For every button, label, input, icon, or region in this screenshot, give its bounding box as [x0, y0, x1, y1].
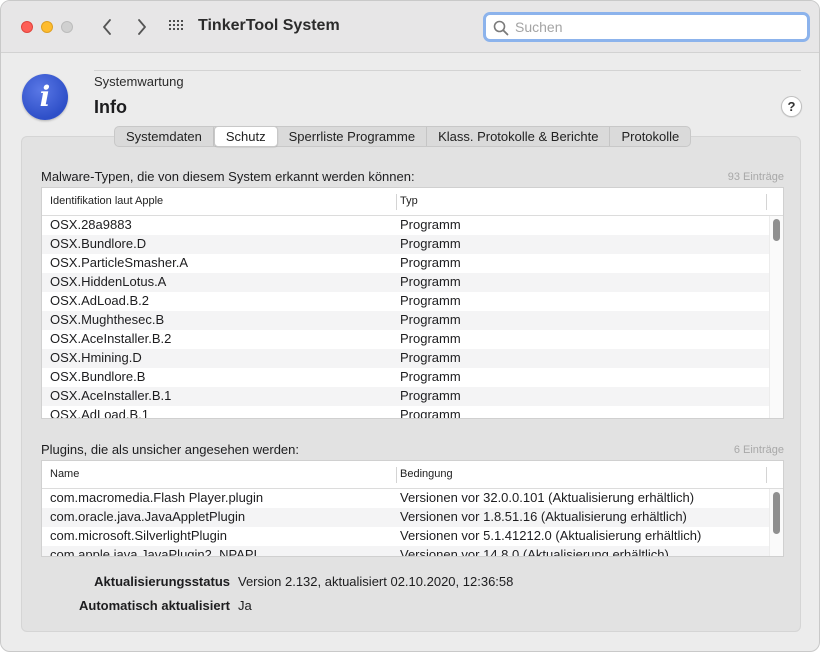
- column-header-name[interactable]: Name: [50, 468, 79, 480]
- plugins-count: 6 Einträge: [733, 444, 784, 456]
- column-divider: [396, 467, 397, 483]
- table-row[interactable]: OSX.Bundlore.B Programm: [42, 368, 769, 387]
- plugins-scrollbar[interactable]: [769, 489, 783, 556]
- malware-id: OSX.28a9883: [50, 217, 132, 232]
- table-row[interactable]: OSX.28a9883 Programm: [42, 216, 769, 235]
- table-row[interactable]: OSX.HiddenLotus.A Programm: [42, 273, 769, 292]
- column-divider: [766, 194, 767, 210]
- column-header-identifikation[interactable]: Identifikation laut Apple: [50, 195, 163, 207]
- table-row[interactable]: OSX.Hmining.D Programm: [42, 349, 769, 368]
- malware-type: Programm: [400, 217, 461, 232]
- plugin-name: com.microsoft.SilverlightPlugin: [50, 528, 228, 543]
- table-row[interactable]: com.microsoft.SilverlightPlugin Versionen…: [42, 527, 769, 546]
- window-title: TinkerTool System: [198, 17, 340, 34]
- table-row[interactable]: OSX.AdLoad.B.1 Programm: [42, 406, 769, 418]
- table-row[interactable]: com.oracle.java.JavaAppletPlugin Versione…: [42, 508, 769, 527]
- plugins-rows: com.macromedia.Flash Player.plugin Versio…: [42, 489, 769, 556]
- malware-type: Programm: [400, 236, 461, 251]
- plugin-name: com.macromedia.Flash Player.plugin: [50, 490, 264, 505]
- column-divider: [396, 194, 397, 210]
- malware-id: OSX.ParticleSmasher.A: [50, 255, 188, 270]
- forward-button[interactable]: [131, 15, 153, 39]
- malware-type: Programm: [400, 350, 461, 365]
- column-header-bedingung[interactable]: Bedingung: [400, 468, 453, 480]
- malware-type: Programm: [400, 293, 461, 308]
- malware-id: OSX.AdLoad.B.1: [50, 407, 150, 418]
- auto-update-label: Automatisch aktualisiert: [79, 598, 230, 613]
- app-window: TinkerTool System i Systemwartung Info ?…: [0, 0, 820, 652]
- plugin-name: com.oracle.java.JavaAppletPlugin: [50, 509, 246, 524]
- column-header-typ[interactable]: Typ: [400, 195, 418, 207]
- malware-id: OSX.AceInstaller.B.1: [50, 388, 172, 403]
- plugin-condition: Versionen vor 1.8.51.16 (Aktualisierung …: [400, 509, 687, 524]
- malware-type: Programm: [400, 407, 461, 418]
- search-field[interactable]: [483, 12, 810, 42]
- plugins-table-header: Name Bedingung: [42, 461, 783, 489]
- grid-view-icon[interactable]: [169, 20, 185, 34]
- malware-type: Programm: [400, 388, 461, 403]
- malware-count: 93 Einträge: [727, 171, 784, 183]
- malware-rows: OSX.28a9883 Programm OSX.Bundlore.D Progra…: [42, 216, 769, 418]
- column-divider: [766, 467, 767, 483]
- section-label: Systemwartung: [94, 74, 184, 89]
- malware-type: Programm: [400, 255, 461, 270]
- zoom-window-button[interactable]: [61, 21, 73, 33]
- malware-id: OSX.HiddenLotus.A: [50, 274, 167, 289]
- chevron-right-icon: [138, 19, 146, 35]
- malware-id: OSX.Bundlore.B: [50, 369, 146, 384]
- toolbar: TinkerTool System: [1, 1, 819, 53]
- malware-id: OSX.AceInstaller.B.2: [50, 331, 172, 346]
- malware-type: Programm: [400, 274, 461, 289]
- plugin-condition: Versionen vor 5.1.41212.0 (Aktualisierun…: [400, 528, 702, 543]
- malware-scrollbar[interactable]: [769, 216, 783, 418]
- plugin-condition: Versionen vor 14.8.0 (Aktualisierung erh…: [400, 547, 669, 556]
- plugin-condition: Versionen vor 32.0.0.101 (Aktualisierung…: [400, 490, 695, 505]
- malware-type: Programm: [400, 312, 461, 327]
- table-row[interactable]: OSX.ParticleSmasher.A Programm: [42, 254, 769, 273]
- tab-klass-protokolle[interactable]: Klass. Protokolle & Berichte: [427, 127, 611, 146]
- table-row[interactable]: com.apple.java.JavaPlugin2_NPAPI Versione…: [42, 546, 769, 556]
- malware-id: OSX.Bundlore.D: [50, 236, 147, 251]
- back-button[interactable]: [96, 15, 118, 39]
- search-icon: [493, 20, 509, 36]
- malware-table-header: Identifikation laut Apple Typ: [42, 188, 783, 216]
- table-row[interactable]: com.macromedia.Flash Player.plugin Versio…: [42, 489, 769, 508]
- plugins-table[interactable]: Name Bedingung com.macromedia.Flash Play…: [41, 460, 784, 557]
- auto-update-value: Ja: [238, 598, 252, 613]
- info-icon: i: [22, 74, 68, 120]
- malware-table[interactable]: Identifikation laut Apple Typ OSX.28a988…: [41, 187, 784, 419]
- table-row[interactable]: OSX.AdLoad.B.2 Programm: [42, 292, 769, 311]
- malware-type: Programm: [400, 331, 461, 346]
- malware-id: OSX.Mughthesec.B: [50, 312, 165, 327]
- malware-id: OSX.AdLoad.B.2: [50, 293, 150, 308]
- header-divider: [94, 70, 801, 71]
- chevron-left-icon: [103, 19, 111, 35]
- malware-label: Malware-Typen, die von diesem System erk…: [41, 169, 415, 184]
- plugin-name: com.apple.java.JavaPlugin2_NPAPI: [50, 547, 258, 556]
- table-row[interactable]: OSX.Bundlore.D Programm: [42, 235, 769, 254]
- tab-schutz[interactable]: Schutz: [213, 126, 278, 147]
- search-input[interactable]: [515, 18, 795, 36]
- table-row[interactable]: OSX.AceInstaller.B.2 Programm: [42, 330, 769, 349]
- tab-sperrliste-programme[interactable]: Sperrliste Programme: [278, 127, 428, 146]
- tab-bar: Systemdaten Schutz Sperrliste Programme …: [114, 126, 692, 147]
- close-window-button[interactable]: [21, 21, 33, 33]
- malware-type: Programm: [400, 369, 461, 384]
- tab-protokolle[interactable]: Protokolle: [610, 127, 690, 146]
- malware-scroll-thumb[interactable]: [773, 219, 780, 241]
- page-title: Info: [94, 97, 127, 117]
- help-button[interactable]: ?: [781, 96, 802, 117]
- minimize-window-button[interactable]: [41, 21, 53, 33]
- update-status-label: Aktualisierungsstatus: [94, 574, 230, 589]
- plugins-scroll-thumb[interactable]: [773, 492, 780, 534]
- malware-id: OSX.Hmining.D: [50, 350, 142, 365]
- update-status-value: Version 2.132, aktualisiert 02.10.2020, …: [238, 574, 514, 589]
- table-row[interactable]: OSX.AceInstaller.B.1 Programm: [42, 387, 769, 406]
- table-row[interactable]: OSX.Mughthesec.B Programm: [42, 311, 769, 330]
- tab-systemdaten[interactable]: Systemdaten: [115, 127, 214, 146]
- plugins-label: Plugins, die als unsicher angesehen werd…: [41, 442, 300, 457]
